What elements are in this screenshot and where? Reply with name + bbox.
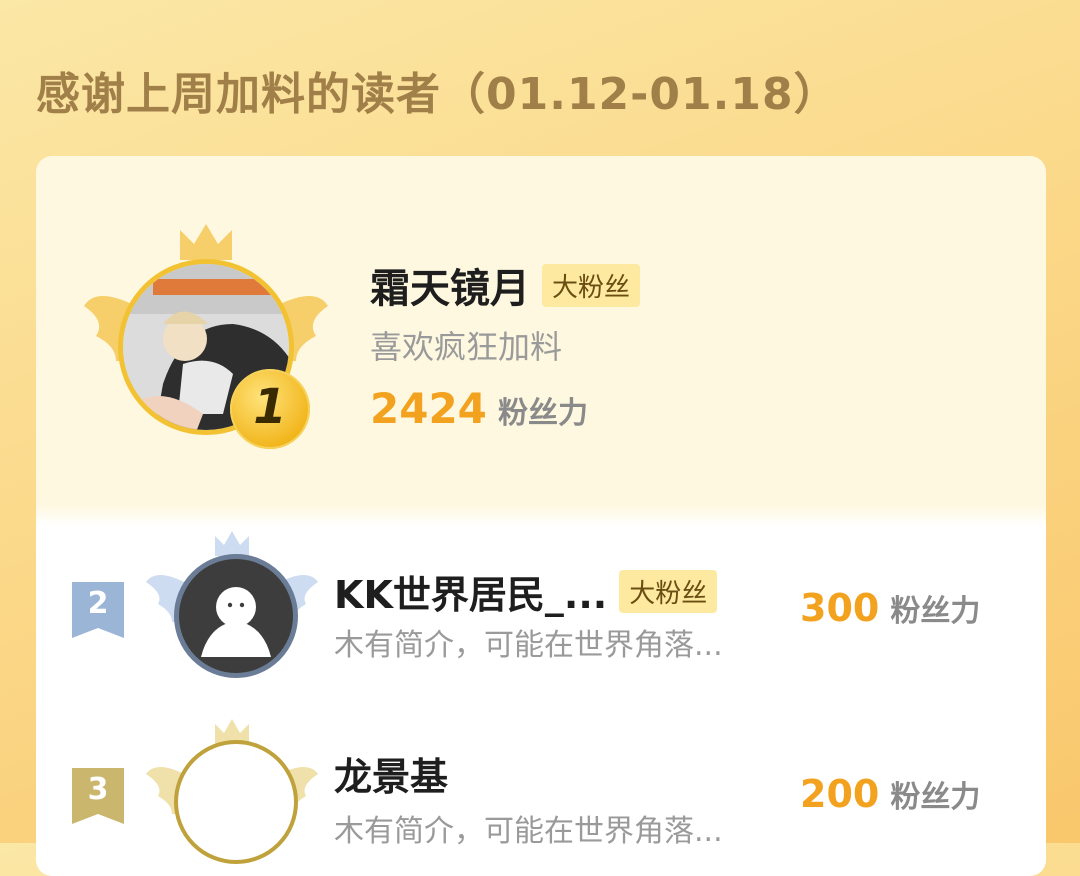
fan-badge: 大粉丝: [619, 570, 718, 613]
fan-power-score: 2424 粉丝力: [370, 384, 588, 433]
rank-number: 2: [87, 586, 109, 621]
rank-number: 1: [253, 379, 287, 435]
reader-name[interactable]: 龙景基: [334, 755, 448, 799]
fan-power-unit: 粉丝力: [498, 396, 588, 431]
avatar[interactable]: [174, 740, 298, 864]
rank-medal-icon: 1: [230, 369, 310, 449]
reader-name[interactable]: 霜天镜月: [370, 256, 530, 314]
crown-icon: [180, 224, 232, 260]
fan-power-unit: 粉丝力: [890, 594, 981, 629]
avatar[interactable]: [174, 554, 298, 678]
rank-number: 3: [87, 772, 109, 807]
leaderboard-entry-3[interactable]: 3 龙景基 木有简介，可能在世界角落... 200 粉丝力: [36, 706, 1046, 876]
rank-medal-icon: 3: [72, 768, 124, 824]
reader-bio: 木有简介，可能在世界角落...: [334, 628, 723, 663]
leaderboard-entry-1[interactable]: 1 霜天镜月 大粉丝 喜欢疯狂加料 2424 粉丝力: [36, 156, 1046, 506]
fan-power-score: 200 粉丝力: [800, 772, 980, 816]
reader-name[interactable]: KK世界居民_...: [334, 564, 607, 619]
fan-power-value: 2424: [370, 384, 487, 433]
page-title: 感谢上周加料的读者（01.12-01.18）: [36, 69, 839, 120]
fan-power-score: 300 粉丝力: [800, 586, 980, 630]
fan-power-value: 200: [800, 772, 880, 816]
reader-bio: 喜欢疯狂加料: [370, 328, 563, 366]
fan-badge: 大粉丝: [542, 263, 641, 307]
rank-medal-icon: 2: [72, 582, 124, 638]
fan-power-unit: 粉丝力: [890, 780, 981, 815]
default-avatar-icon: [201, 587, 271, 657]
fan-power-value: 300: [800, 586, 880, 630]
reader-bio: 木有简介，可能在世界角落...: [334, 814, 723, 849]
leaderboard-entry-2[interactable]: 2 KK世界居民_... 大粉丝 木有简介，可能在世界角落... 300 粉丝力: [36, 516, 1046, 696]
leaderboard-card: 1 霜天镜月 大粉丝 喜欢疯狂加料 2424 粉丝力 2 KK世界居民_... …: [36, 156, 1046, 876]
